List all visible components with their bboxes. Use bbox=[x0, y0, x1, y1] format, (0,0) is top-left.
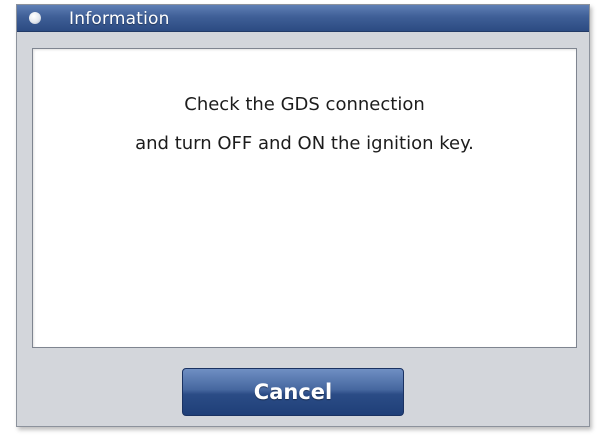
dot-icon bbox=[29, 12, 41, 24]
message-line-2: and turn OFF and ON the ignition key. bbox=[135, 133, 474, 154]
dialog-titlebar[interactable]: Information bbox=[17, 5, 589, 32]
dialog-title: Information bbox=[69, 9, 170, 29]
message-panel: Check the GDS connection and turn OFF an… bbox=[32, 48, 577, 348]
information-dialog: Information Check the GDS connection and… bbox=[16, 4, 590, 427]
cancel-button[interactable]: Cancel bbox=[182, 368, 404, 416]
message-line-1: Check the GDS connection bbox=[184, 94, 425, 115]
